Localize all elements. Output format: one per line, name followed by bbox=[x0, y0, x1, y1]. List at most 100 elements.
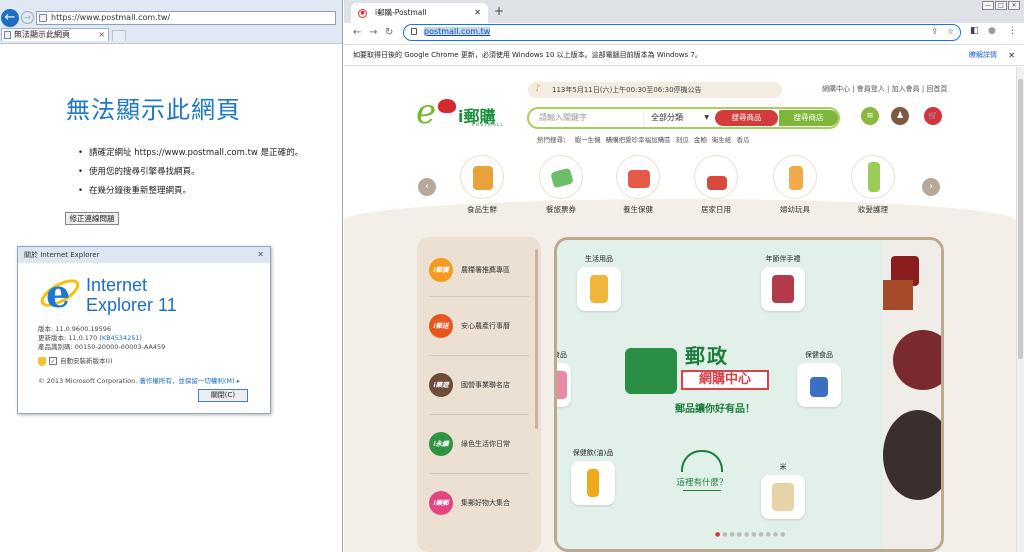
carousel-dots[interactable]: ●●●●●●●●●● bbox=[715, 531, 787, 538]
search-stores-button[interactable]: 搜尋商店 bbox=[779, 110, 838, 126]
menu-icon[interactable]: ⋮ bbox=[1008, 26, 1017, 36]
ie-tab-active[interactable]: 無法顯示此網頁 × bbox=[1, 28, 109, 41]
ie-back-button[interactable]: ← bbox=[1, 9, 19, 27]
search-input[interactable]: 請輸入關鍵字 bbox=[539, 109, 587, 127]
back-icon[interactable]: ← bbox=[353, 27, 361, 38]
list-icon[interactable]: ≡ bbox=[861, 107, 879, 125]
scrollbar-thumb bbox=[1018, 79, 1023, 359]
banner-product-rice[interactable]: 米 bbox=[761, 462, 805, 519]
gift-box-icon bbox=[761, 267, 805, 311]
baby-bottle-icon bbox=[773, 155, 817, 199]
copyright-line: © 2013 Microsoft Corporation. 著作權所有，並保留一… bbox=[38, 375, 240, 385]
chrome-toolbar: ← → ↻ postmall.com.tw ⇪ ☆ ◧ ● ⋮ bbox=[344, 23, 1024, 43]
bookmark-star-icon[interactable]: ☆ bbox=[947, 25, 954, 39]
chrome-tab-active[interactable]: ● i郵購-Postmall ✕ bbox=[351, 3, 488, 23]
kb-link[interactable]: KB4534251 bbox=[102, 334, 140, 342]
lock-icon[interactable] bbox=[411, 28, 417, 35]
update-version-text: 更新版本: 11.0.170 (KB4534251) bbox=[38, 334, 143, 342]
page-scrollbar[interactable] bbox=[1016, 67, 1024, 552]
window-close-button[interactable]: ✕ bbox=[1008, 1, 1020, 10]
chrome-tab-strip: ● i郵購-Postmall ✕ + — □ ✕ bbox=[344, 0, 1024, 23]
page-header: ♪ 113年5月11日(六)上午00:30至06:30停機公告 網購中心 | 會… bbox=[344, 67, 1016, 221]
list-item: 在幾分鐘後重新整理網頁。 bbox=[78, 182, 303, 201]
category-health[interactable]: 養生保健 bbox=[610, 155, 666, 215]
reload-icon[interactable]: ↻ bbox=[385, 27, 393, 38]
page-icon bbox=[39, 14, 47, 22]
side-panel-icon[interactable]: ◧ bbox=[970, 26, 979, 36]
first-aid-icon bbox=[616, 155, 660, 199]
maximize-button[interactable]: □ bbox=[995, 1, 1007, 10]
ie-new-tab-button[interactable] bbox=[112, 30, 126, 41]
about-close-button[interactable]: 關閉(C) bbox=[198, 389, 248, 402]
cart-icon[interactable]: 🛒 bbox=[924, 107, 942, 125]
hot-term[interactable]: 購購把愛珍幸福加購區 bbox=[606, 136, 671, 144]
hot-term[interactable]: 蝦一生機 bbox=[575, 136, 601, 144]
omnibox[interactable]: postmall.com.tw ⇪ ☆ bbox=[403, 24, 961, 41]
postmall-favicon-icon: ● bbox=[358, 9, 367, 18]
minimize-button[interactable]: — bbox=[982, 1, 994, 10]
oil-bottle-icon bbox=[571, 461, 615, 505]
category-travel[interactable]: 餐旅票券 bbox=[533, 155, 589, 215]
omnibox-url[interactable]: postmall.com.tw bbox=[424, 27, 491, 36]
bag-handle-icon bbox=[681, 450, 723, 472]
hot-term[interactable]: 衛生紙 bbox=[712, 136, 732, 144]
fix-connection-button[interactable]: 修正連線問題 bbox=[65, 212, 119, 225]
version-info: 版本: 11.0.9600.19596 更新版本: 11.0.170 (KB45… bbox=[38, 325, 165, 352]
banner-product-food[interactable]: 食品 bbox=[557, 350, 571, 407]
logo-subtext: POSTMALL bbox=[472, 123, 504, 128]
category-select[interactable]: 全部分類 ▼ bbox=[643, 109, 713, 127]
share-icon[interactable]: ⇪ bbox=[931, 25, 938, 39]
product-id-text: 產品識別碼: 00150-20000-00003-AA459 bbox=[38, 343, 166, 351]
new-tab-button[interactable]: + bbox=[494, 4, 504, 18]
top-links[interactable]: 網購中心 | 會員登入 | 加入會員 | 回首頁 bbox=[822, 84, 947, 94]
carousel-prev-button[interactable]: ‹ bbox=[418, 178, 436, 196]
search-products-button[interactable]: 搜尋商品 bbox=[715, 110, 778, 126]
banner-product-daily[interactable]: 生活用品 bbox=[577, 254, 621, 311]
maintenance-notice[interactable]: ♪ 113年5月11日(六)上午00:30至06:30停機公告 bbox=[528, 82, 782, 98]
grain-photo bbox=[883, 240, 941, 549]
profile-icon[interactable]: ● bbox=[988, 26, 996, 36]
sidebar-item[interactable]: i郵送 安心農產行事曆 bbox=[429, 312, 539, 340]
sidebar-item[interactable]: i郵讚 農糧署推薦專區 bbox=[429, 256, 539, 284]
product-name: Internet Explorer 11 bbox=[86, 275, 177, 315]
postmall-logo[interactable]: e i郵購 POSTMALL bbox=[416, 95, 506, 131]
forward-icon[interactable]: → bbox=[369, 27, 377, 38]
bell-icon: ♪ bbox=[535, 84, 541, 94]
category-baby[interactable]: 婦幼玩具 bbox=[767, 155, 823, 215]
hot-term[interactable]: 刻瓜 bbox=[676, 136, 689, 144]
sidebar-item[interactable]: i樂遊 國營事業聯名店 bbox=[429, 371, 539, 399]
detergent-icon bbox=[577, 267, 621, 311]
search-bar: 請輸入關鍵字 全部分類 ▼ 搜尋商品 搜尋商店 bbox=[527, 107, 840, 129]
category-beauty[interactable]: 妝髮護理 bbox=[845, 155, 901, 215]
close-icon[interactable]: × bbox=[98, 29, 105, 41]
list-item: 請確定網址 https://www.postmall.com.tw 是正確的。 bbox=[78, 144, 303, 163]
learn-more-link[interactable]: 瞭解詳情 bbox=[969, 45, 997, 66]
close-icon[interactable]: ✕ bbox=[1008, 45, 1015, 66]
divider bbox=[429, 296, 529, 297]
svg-text:e: e bbox=[46, 271, 70, 315]
category-home[interactable]: 居家日用 bbox=[688, 155, 744, 215]
hot-term[interactable]: 香瓜 bbox=[736, 136, 749, 144]
list-item: 使用您的搜尋引擎尋找網頁。 bbox=[78, 163, 303, 182]
carousel-next-button[interactable]: › bbox=[922, 178, 940, 196]
user-icon[interactable]: ♟ bbox=[891, 107, 909, 125]
error-title: 無法顯示此網頁 bbox=[66, 96, 241, 124]
sidebar-item[interactable]: i永續 綠色生活你日常 bbox=[429, 430, 539, 458]
shield-icon bbox=[38, 356, 46, 366]
auto-update-checkbox[interactable]: ✓ bbox=[49, 357, 57, 365]
rights-link[interactable]: 著作權所有，並保留一切權利(M) ▸ bbox=[137, 377, 240, 385]
banner-product-drinks[interactable]: 保健飲(油)品 bbox=[571, 448, 615, 505]
auto-update-label: 自動安裝新版本(I) bbox=[60, 357, 113, 365]
ie-toolbar: ← → https://www.postmall.com.tw/ 無法顯示此網頁… bbox=[0, 0, 342, 44]
main-banner[interactable]: 生活用品 年節伴手禮 食品 保健食品 保健飲(油)品 米 郵政 網購中心 郵品讓… bbox=[554, 237, 944, 552]
banner-product-gift[interactable]: 年節伴手禮 bbox=[761, 254, 805, 311]
hot-term[interactable]: 金鮑 bbox=[694, 136, 707, 144]
sidebar-item[interactable]: i樂郵 集郵好物大集合 bbox=[429, 489, 539, 517]
ie-forward-button[interactable]: → bbox=[21, 11, 34, 24]
shopping-cart-icon bbox=[625, 348, 677, 394]
close-icon[interactable]: ✕ bbox=[474, 3, 481, 23]
logo-e: e bbox=[416, 92, 437, 132]
close-icon[interactable]: ✕ bbox=[257, 250, 264, 259]
ie-address-bar[interactable]: https://www.postmall.com.tw/ bbox=[36, 11, 336, 25]
category-food[interactable]: 食品生鮮 bbox=[454, 155, 510, 215]
